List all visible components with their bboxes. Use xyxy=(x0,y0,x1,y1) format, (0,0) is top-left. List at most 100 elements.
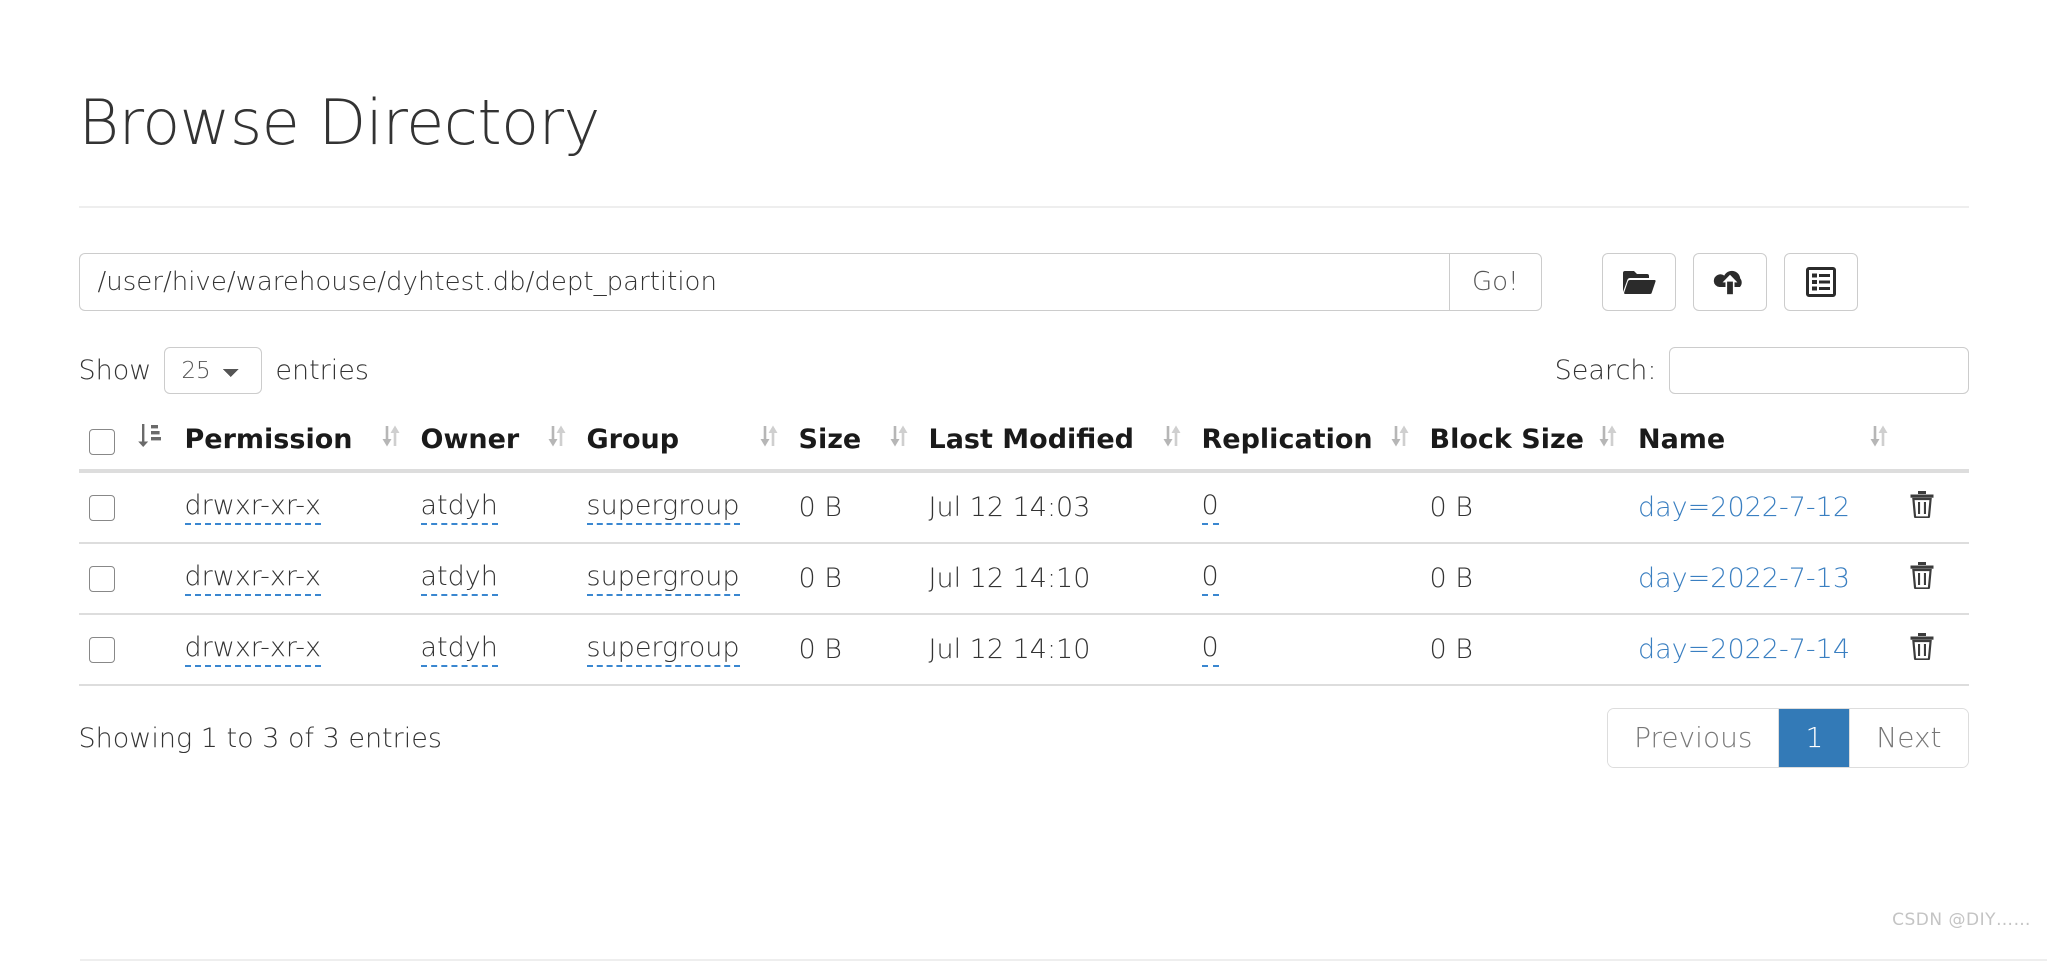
pagination-next[interactable]: Next xyxy=(1850,709,1968,768)
sort-both-icon xyxy=(547,424,567,455)
th-replication-label: Replication xyxy=(1201,424,1373,455)
cell-permission: drwxr-xr-x xyxy=(174,543,411,616)
row-select-cell[interactable] xyxy=(78,471,125,545)
owner-value[interactable]: atdyh xyxy=(420,490,498,526)
table-row: drwxr-xr-x atdyh supergroup 0 B Jul 12 1… xyxy=(78,543,1969,616)
th-block-size[interactable]: Block Size xyxy=(1419,416,1628,473)
open-folder-icon xyxy=(1622,268,1656,296)
owner-value[interactable]: atdyh xyxy=(420,632,498,668)
path-input-group: Go! xyxy=(78,253,1542,311)
group-value[interactable]: supergroup xyxy=(586,490,740,526)
table-controls: Show 25 entries Search: xyxy=(79,347,1969,394)
th-last-modified[interactable]: Last Modified xyxy=(918,416,1192,473)
cell-last-modified: Jul 12 14:10 xyxy=(918,614,1192,687)
cell-group: supergroup xyxy=(576,471,789,545)
cell-block-size: 0 B xyxy=(1419,614,1628,687)
th-name-label: Name xyxy=(1637,424,1726,455)
cell-size: 0 B xyxy=(788,543,919,616)
replication-value[interactable]: 0 xyxy=(1201,490,1219,526)
cell-owner: atdyh xyxy=(410,543,577,616)
replication-value[interactable]: 0 xyxy=(1201,561,1219,597)
cell-replication: 0 xyxy=(1191,471,1420,545)
sort-both-icon xyxy=(381,424,401,455)
cell-name: day=2022-7-12 xyxy=(1627,471,1899,545)
delete-row-button[interactable] xyxy=(1909,490,1935,521)
th-group[interactable]: Group xyxy=(576,416,789,473)
cell-last-modified: Jul 12 14:10 xyxy=(918,543,1192,616)
delete-row-button[interactable] xyxy=(1909,632,1935,663)
show-label: Show xyxy=(78,355,152,386)
th-size-label: Size xyxy=(798,424,862,455)
title-divider xyxy=(78,206,1969,208)
th-owner[interactable]: Owner xyxy=(410,416,577,473)
th-last-modified-label: Last Modified xyxy=(928,424,1134,455)
trash-icon xyxy=(1909,490,1935,521)
row-spacer-cell xyxy=(124,614,175,687)
pagination-page-1[interactable]: 1 xyxy=(1779,709,1851,768)
cell-replication: 0 xyxy=(1191,614,1420,687)
search-control: Search: xyxy=(1555,347,1969,394)
th-permission-label: Permission xyxy=(184,424,353,455)
row-select-cell[interactable] xyxy=(78,543,125,616)
table-row: drwxr-xr-x atdyh supergroup 0 B Jul 12 1… xyxy=(78,471,1969,545)
path-input[interactable] xyxy=(78,253,1450,311)
create-directory-button[interactable] xyxy=(1601,253,1676,311)
sort-both-icon xyxy=(1162,424,1182,455)
permission-value[interactable]: drwxr-xr-x xyxy=(184,561,321,597)
th-name[interactable]: Name xyxy=(1627,416,1899,473)
delete-row-button[interactable] xyxy=(1909,561,1935,592)
search-input[interactable] xyxy=(1668,347,1969,394)
cell-name: day=2022-7-13 xyxy=(1627,543,1899,616)
cell-owner: atdyh xyxy=(410,614,577,687)
table-row: drwxr-xr-x atdyh supergroup 0 B Jul 12 1… xyxy=(78,614,1969,687)
row-checkbox[interactable] xyxy=(88,565,115,592)
cell-actions xyxy=(1898,614,1969,687)
row-spacer-cell xyxy=(124,471,175,545)
browse-directory-page: Browse Directory Go! xyxy=(78,0,1969,769)
row-spacer-cell xyxy=(124,543,175,616)
select-all-checkbox[interactable] xyxy=(88,429,115,455)
page-title: Browse Directory xyxy=(78,86,601,159)
pagination-previous[interactable]: Previous xyxy=(1608,709,1780,768)
file-name-link[interactable]: day=2022-7-12 xyxy=(1638,492,1850,523)
trash-icon xyxy=(1909,561,1935,592)
cell-actions xyxy=(1898,543,1969,616)
th-size[interactable]: Size xyxy=(788,416,919,473)
cut-paste-button[interactable] xyxy=(1783,253,1858,311)
file-name-link[interactable]: day=2022-7-14 xyxy=(1638,634,1850,665)
cell-group: supergroup xyxy=(576,614,789,687)
permission-value[interactable]: drwxr-xr-x xyxy=(184,632,321,668)
row-select-cell[interactable] xyxy=(78,614,125,687)
entries-label: entries xyxy=(275,355,369,386)
th-group-label: Group xyxy=(586,424,680,455)
th-replication[interactable]: Replication xyxy=(1191,416,1420,473)
path-action-buttons xyxy=(1601,253,1858,311)
cell-actions xyxy=(1898,471,1969,545)
permission-value[interactable]: drwxr-xr-x xyxy=(184,490,321,526)
cell-size: 0 B xyxy=(788,614,919,687)
row-checkbox[interactable] xyxy=(88,636,115,663)
sort-both-icon xyxy=(759,424,779,455)
sort-amount-desc-icon xyxy=(135,424,161,455)
cell-owner: atdyh xyxy=(410,471,577,545)
page-length-control: Show 25 entries xyxy=(79,347,369,394)
pagination: Previous 1 Next xyxy=(1607,708,1969,769)
page-length-select[interactable]: 25 xyxy=(164,347,263,394)
cell-group: supergroup xyxy=(576,543,789,616)
table-header-row: Permission Owner Group Size Last Modifie… xyxy=(78,416,1969,473)
search-label: Search: xyxy=(1554,355,1657,386)
th-actions xyxy=(1898,416,1969,473)
replication-value[interactable]: 0 xyxy=(1201,632,1219,668)
th-sort-order[interactable] xyxy=(124,416,175,473)
owner-value[interactable]: atdyh xyxy=(420,561,498,597)
go-button[interactable]: Go! xyxy=(1449,253,1542,311)
cell-block-size: 0 B xyxy=(1419,471,1628,545)
file-name-link[interactable]: day=2022-7-13 xyxy=(1638,563,1850,594)
upload-files-button[interactable] xyxy=(1692,253,1767,311)
list-icon xyxy=(1805,267,1836,297)
row-checkbox[interactable] xyxy=(88,494,115,521)
group-value[interactable]: supergroup xyxy=(586,632,740,668)
th-permission[interactable]: Permission xyxy=(174,416,411,473)
group-value[interactable]: supergroup xyxy=(586,561,740,597)
th-select-all[interactable] xyxy=(78,416,125,473)
